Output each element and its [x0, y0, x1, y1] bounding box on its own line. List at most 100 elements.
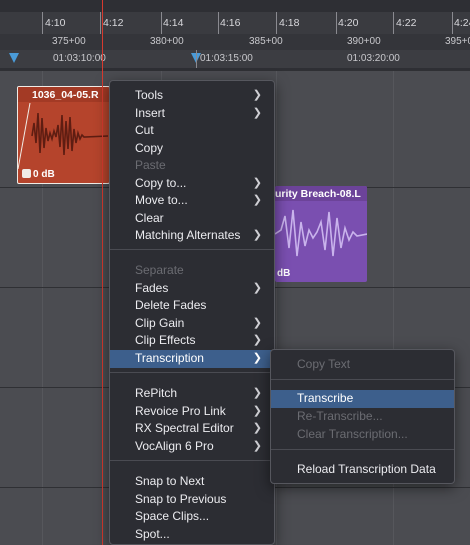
menu-item-clear[interactable]: Clear — [110, 210, 274, 228]
menu-item-snap-to-previous[interactable]: Snap to Previous — [110, 491, 274, 509]
menu-item-label: RX Spectral Editor — [135, 421, 234, 435]
menu-item-snap-to-next[interactable]: Snap to Next — [110, 473, 274, 491]
menu-item-label: Transcription — [135, 350, 204, 365]
ruler-tick — [42, 12, 43, 34]
ruler-tick — [393, 12, 394, 34]
ruler-label: 4:12 — [103, 17, 124, 29]
chevron-right-icon: ❯ — [252, 281, 262, 294]
ruler-label: 01:03:20:00 — [347, 53, 400, 64]
menu-item-label: Move to... — [135, 193, 188, 207]
chevron-right-icon: ❯ — [252, 351, 262, 364]
playhead[interactable] — [102, 0, 103, 545]
ruler-label: 375+00 — [52, 36, 86, 47]
ruler-tick — [196, 50, 197, 68]
menu-item-separate[interactable]: Separate — [110, 262, 274, 280]
menu-item-label: Delete Fades — [135, 298, 207, 312]
menu-separator — [110, 249, 274, 250]
menu-item-label: Copy Text — [297, 357, 351, 371]
feet-frames-ruler[interactable]: 375+00 380+00 385+00 390+00 395+00 — [0, 34, 470, 50]
chevron-right-icon: ❯ — [252, 176, 262, 189]
menu-item-fades[interactable]: Fades ❯ — [110, 280, 274, 298]
menu-item-label: Transcribe — [297, 391, 354, 405]
menu-item-label: Matching Alternates — [135, 228, 241, 242]
clip-gain-icon — [22, 169, 31, 178]
menu-item-label: Clip Gain — [135, 315, 185, 330]
ruler-label: 01:03:10:00 — [53, 53, 106, 64]
chevron-right-icon: ❯ — [252, 316, 262, 329]
marker-icon[interactable] — [9, 53, 19, 63]
ruler-label: 4:10 — [45, 17, 66, 29]
ruler-tick — [218, 12, 219, 34]
clip-name: 1036_04-05.R — [18, 87, 109, 102]
menu-item-label: Space Clips... — [135, 509, 210, 523]
submenu-item-clear-transcription[interactable]: Clear Transcription... — [271, 426, 454, 444]
menu-item-label: RePitch — [135, 386, 178, 400]
min-sec-ruler[interactable]: 4:10 4:12 4:14 4:16 4:18 4:20 4:22 4:24 — [0, 12, 470, 34]
chevron-right-icon: ❯ — [252, 106, 262, 119]
submenu-item-transcribe[interactable]: Transcribe — [271, 390, 454, 408]
ruler-label: 4:14 — [163, 17, 184, 29]
submenu-item-reload-transcription-data[interactable]: Reload Transcription Data — [271, 461, 454, 479]
menu-item-label: Tools — [135, 88, 164, 102]
ruler-label: 4:18 — [279, 17, 300, 29]
menu-item-label: Fades — [135, 280, 169, 295]
ruler-label: 01:03:15:00 — [200, 53, 253, 64]
audio-clip[interactable]: urity Breach-08.L dB — [275, 186, 367, 282]
menu-item-cut[interactable]: Cut — [110, 122, 274, 140]
menu-item-insert[interactable]: Insert ❯ — [110, 105, 274, 123]
menu-item-delete-fades[interactable]: Delete Fades — [110, 297, 274, 315]
menu-item-spot[interactable]: Spot... — [110, 526, 274, 544]
clip-gain[interactable]: 0 dB — [22, 169, 55, 180]
clip-gain-value[interactable]: dB — [277, 268, 290, 279]
ruler-label: 4:22 — [396, 17, 417, 29]
chevron-right-icon: ❯ — [252, 89, 262, 101]
menu-item-space-clips[interactable]: Space Clips... — [110, 508, 274, 526]
menu-item-label: Re-Transcribe... — [297, 409, 383, 423]
menu-separator — [110, 372, 274, 373]
menu-item-label: Separate — [135, 263, 184, 277]
chevron-right-icon: ❯ — [252, 387, 262, 399]
chevron-right-icon: ❯ — [252, 334, 262, 346]
menu-item-copy-to[interactable]: Copy to... ❯ — [110, 175, 274, 193]
menu-item-clip-gain[interactable]: Clip Gain ❯ — [110, 315, 274, 333]
menu-item-move-to[interactable]: Move to... ❯ — [110, 192, 274, 210]
timeline-rulers: 4:10 4:12 4:14 4:16 4:18 4:20 4:22 4:24 … — [0, 0, 470, 70]
chevron-right-icon: ❯ — [252, 229, 262, 241]
menu-item-label: Copy to... — [135, 175, 187, 190]
menu-separator — [271, 449, 454, 450]
chevron-right-icon: ❯ — [252, 439, 262, 452]
menu-separator — [271, 379, 454, 380]
menu-item-clip-effects[interactable]: Clip Effects ❯ — [110, 332, 274, 350]
ruler-tick — [276, 12, 277, 34]
menu-item-label: Revoice Pro Link — [135, 403, 226, 418]
menu-item-paste[interactable]: Paste — [110, 157, 274, 175]
menu-item-revoice-pro-link[interactable]: Revoice Pro Link ❯ — [110, 403, 274, 421]
ruler-label: 390+00 — [347, 36, 381, 47]
menu-item-label: Insert — [135, 105, 166, 120]
clip-context-menu: Tools ❯ Insert ❯ Cut Copy Paste Copy to...… — [109, 80, 275, 545]
menu-item-rx-spectral-editor[interactable]: RX Spectral Editor ❯ — [110, 420, 274, 438]
menu-item-label: Snap to Previous — [135, 491, 227, 506]
menu-separator — [110, 460, 274, 461]
menu-item-copy[interactable]: Copy — [110, 140, 274, 158]
ruler-tick — [452, 12, 453, 34]
transcription-submenu: Copy Text Transcribe Re-Transcribe... Cl… — [270, 349, 455, 484]
menu-item-repitch[interactable]: RePitch ❯ — [110, 385, 274, 403]
ruler-tick — [100, 12, 101, 34]
chevron-right-icon: ❯ — [252, 404, 262, 417]
menu-item-label: Reload Transcription Data — [297, 462, 436, 476]
ruler-label: 380+00 — [150, 36, 184, 47]
menu-item-matching-alternates[interactable]: Matching Alternates ❯ — [110, 227, 274, 245]
submenu-item-copy-text[interactable]: Copy Text — [271, 356, 454, 374]
timecode-ruler[interactable]: 01:03:10:00 01:03:15:00 01:03:20:00 — [0, 50, 470, 68]
menu-item-label: Clear — [135, 210, 164, 225]
submenu-item-re-transcribe[interactable]: Re-Transcribe... — [271, 408, 454, 426]
menu-item-label: Clear Transcription... — [297, 426, 408, 441]
clip-name: urity Breach-08.L — [275, 186, 367, 201]
menu-item-tools[interactable]: Tools ❯ — [110, 87, 274, 105]
audio-clip-selected[interactable]: 1036_04-05.R 0 dB — [17, 86, 110, 184]
menu-item-label: Copy — [135, 140, 164, 155]
menu-item-transcription[interactable]: Transcription ❯ — [110, 349, 274, 368]
menu-item-vocalign-6-pro[interactable]: VocAlign 6 Pro ❯ — [110, 438, 274, 456]
ruler-label: 4:20 — [338, 17, 359, 29]
